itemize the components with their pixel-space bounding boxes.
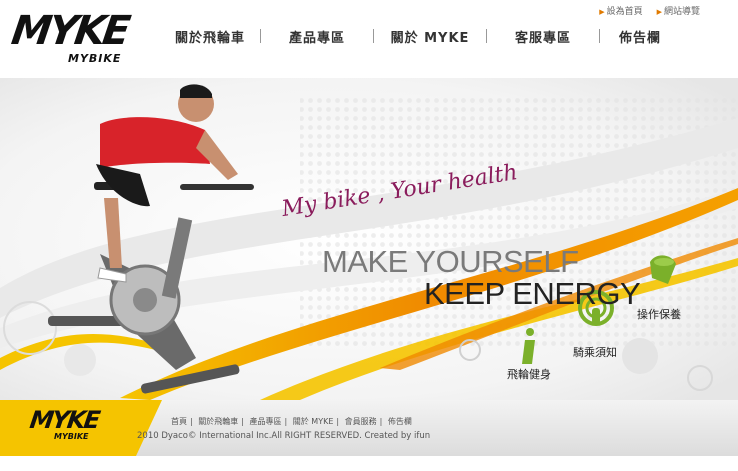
- nav-bulletin[interactable]: 佈告欄: [600, 27, 680, 46]
- footer-link-bulletin[interactable]: 佈告欄: [388, 417, 412, 426]
- footer-links: 首頁 | 關於飛輪車 | 產品專區 | 關於 MYKE | 會員服務 | 佈告欄: [171, 417, 412, 426]
- hero-headline-2: KEEP ENERGY: [424, 276, 641, 311]
- nav-about-myke[interactable]: 關於 MYKE: [374, 27, 486, 46]
- footer-link-products[interactable]: 產品專區: [250, 417, 282, 426]
- set-homepage-link[interactable]: ▶ 設為首頁: [599, 4, 642, 17]
- hero-headline-1: MAKE YOURSELF: [322, 244, 579, 279]
- nav-products[interactable]: 產品專區: [261, 27, 373, 46]
- myke-logo[interactable]: MYKE MYBIKE: [8, 8, 152, 66]
- footer-link-about-myke[interactable]: 關於 MYKE: [293, 417, 334, 426]
- footer-logo-text: MYKE: [28, 406, 101, 434]
- logo-subtext: MYBIKE: [68, 52, 122, 65]
- footer: MYKE MYBIKE 首頁 | 關於飛輪車 | 產品專區 | 關於 MYKE | 會員…: [0, 400, 738, 456]
- logo-text: MYKE: [8, 8, 131, 54]
- fitness-button[interactable]: 飛輪健身: [507, 366, 551, 382]
- care-button[interactable]: 操作保養: [637, 306, 681, 322]
- footer-myke-logo[interactable]: MYKE MYBIKE: [28, 406, 101, 441]
- riding-notes-button[interactable]: 騎乘須知: [573, 344, 617, 360]
- page: MYKE MYBIKE ▶ 設為首頁 ▶ 網站導覽 關於飛輪車 產品專區 關於 MY…: [0, 0, 738, 471]
- arrow-icon: ▶: [599, 8, 605, 16]
- header: MYKE MYBIKE ▶ 設為首頁 ▶ 網站導覽 關於飛輪車 產品專區 關於 MY…: [0, 0, 738, 78]
- sitemap-link[interactable]: ▶ 網站導覽: [657, 4, 700, 17]
- top-links: ▶ 設為首頁 ▶ 網站導覽: [599, 4, 700, 17]
- hero-banner: My bike , Your health MAKE YOURSELF KEEP…: [0, 78, 738, 400]
- footer-logo-subtext: MYBIKE: [54, 432, 89, 441]
- footer-link-about-bike[interactable]: 關於飛輪車: [198, 417, 238, 426]
- footer-link-home[interactable]: 首頁: [171, 417, 187, 426]
- footer-copyright: 2010 Dyaco© International Inc.All RIGHT …: [137, 431, 431, 441]
- main-nav: 關於飛輪車 產品專區 關於 MYKE 客服專區 佈告欄: [160, 26, 720, 46]
- sitemap-label: 網站導覽: [663, 7, 700, 17]
- nav-about-bike[interactable]: 關於飛輪車: [160, 27, 260, 46]
- footer-link-member[interactable]: 會員服務: [345, 417, 377, 426]
- arrow-icon: ▶: [656, 8, 662, 16]
- nav-customer-service[interactable]: 客服專區: [487, 27, 599, 46]
- hero-background: [0, 78, 738, 400]
- set-homepage-label: 設為首頁: [606, 7, 643, 17]
